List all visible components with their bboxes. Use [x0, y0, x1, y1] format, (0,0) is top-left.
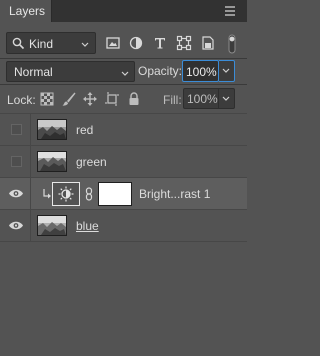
visibility-off-box	[11, 156, 22, 167]
opacity-dropdown-button[interactable]	[219, 60, 235, 82]
visibility-toggle[interactable]	[0, 114, 31, 145]
shape-filter-icon[interactable]	[176, 35, 192, 51]
eye-icon	[9, 189, 23, 198]
layer-mask-thumbnail[interactable]	[98, 182, 132, 206]
type-filter-icon[interactable]	[152, 35, 168, 51]
fill-value: 100%	[187, 92, 218, 106]
visibility-toggle[interactable]	[0, 146, 31, 177]
lock-artboard-icon[interactable]	[104, 91, 120, 107]
visibility-off-box	[11, 124, 22, 135]
panel-titlebar: Layers	[0, 0, 247, 22]
lock-image-pixels-icon[interactable]	[61, 91, 77, 107]
opacity-label: Opacity:	[138, 64, 183, 78]
opacity-input[interactable]: 100%	[182, 60, 219, 82]
search-icon	[12, 37, 25, 53]
smart-object-filter-icon[interactable]	[200, 35, 216, 51]
visibility-toggle[interactable]	[0, 178, 31, 209]
fill-input[interactable]: 100%	[183, 88, 219, 109]
chevron-down-icon	[222, 68, 230, 73]
layer-name[interactable]: red	[76, 123, 93, 137]
layer-name[interactable]: green	[76, 155, 107, 169]
filter-toggle-switch[interactable]	[225, 33, 239, 55]
layer-list: red green Bright...rast 1 blue	[0, 114, 247, 242]
layer-name[interactable]: blue	[76, 219, 99, 233]
visibility-toggle[interactable]	[0, 210, 31, 241]
filter-kind-label: Kind	[29, 37, 54, 51]
panel-menu-icon[interactable]	[223, 3, 237, 19]
divider	[0, 58, 247, 59]
opacity-value: 100%	[186, 65, 217, 79]
layer-thumbnail	[37, 119, 67, 140]
lock-label: Lock:	[7, 93, 36, 107]
image-filter-icon[interactable]	[105, 35, 121, 51]
layer-name[interactable]: Bright...rast 1	[139, 187, 210, 201]
layer-row-blue[interactable]: blue	[0, 210, 247, 242]
divider	[0, 84, 247, 85]
tab-layers[interactable]: Layers	[0, 0, 52, 22]
chevron-down-icon	[121, 68, 129, 80]
clipping-mask-arrow-icon	[42, 188, 52, 200]
blend-mode-label: Normal	[14, 65, 53, 79]
tab-layers-label: Layers	[9, 4, 46, 18]
lock-transparent-pixels-icon[interactable]	[39, 91, 55, 107]
adjustment-filter-icon[interactable]	[128, 35, 144, 51]
chevron-down-icon	[222, 96, 230, 101]
lock-position-icon[interactable]	[82, 91, 98, 107]
filter-kind-select[interactable]: Kind	[6, 32, 96, 54]
layers-panel: Kind Normal Opacity: 100% Lock: Fill: 10…	[0, 22, 247, 356]
chevron-down-icon	[81, 39, 89, 51]
chain-link-icon[interactable]	[85, 187, 93, 201]
layer-row-red[interactable]: red	[0, 114, 247, 146]
layer-row-green[interactable]: green	[0, 146, 247, 178]
fill-dropdown-button[interactable]	[219, 88, 235, 109]
blend-mode-select[interactable]: Normal	[6, 61, 135, 82]
eye-icon	[9, 221, 23, 230]
layer-thumbnail	[37, 151, 67, 172]
layer-row-brightness-contrast[interactable]: Bright...rast 1	[0, 178, 247, 210]
layer-thumbnail	[37, 215, 67, 236]
fill-label: Fill:	[163, 93, 182, 107]
lock-all-icon[interactable]	[126, 91, 142, 107]
brightness-contrast-adjustment-icon[interactable]	[52, 182, 80, 206]
